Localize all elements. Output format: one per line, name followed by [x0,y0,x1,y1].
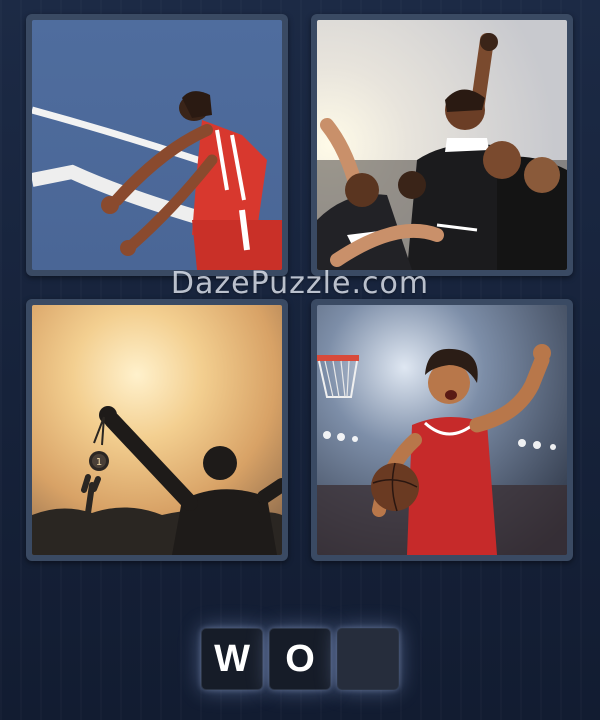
basketball-player-image [317,305,567,555]
image-grid: 1 [0,0,600,600]
medal-silhouette-image: 1 [32,305,282,555]
answer-slot-2[interactable]: O [269,628,331,690]
clue-image-4[interactable] [311,299,573,561]
clue-image-2[interactable] [311,14,573,276]
runner-image [32,20,282,270]
clue-image-1[interactable] [26,14,288,276]
clue-image-3[interactable]: 1 [26,299,288,561]
team-celebration-image [317,20,567,270]
medal-number: 1 [96,457,102,468]
answer-slot-1[interactable]: W [201,628,263,690]
answer-slot-3[interactable] [337,628,399,690]
answer-slots: W O [0,628,600,692]
